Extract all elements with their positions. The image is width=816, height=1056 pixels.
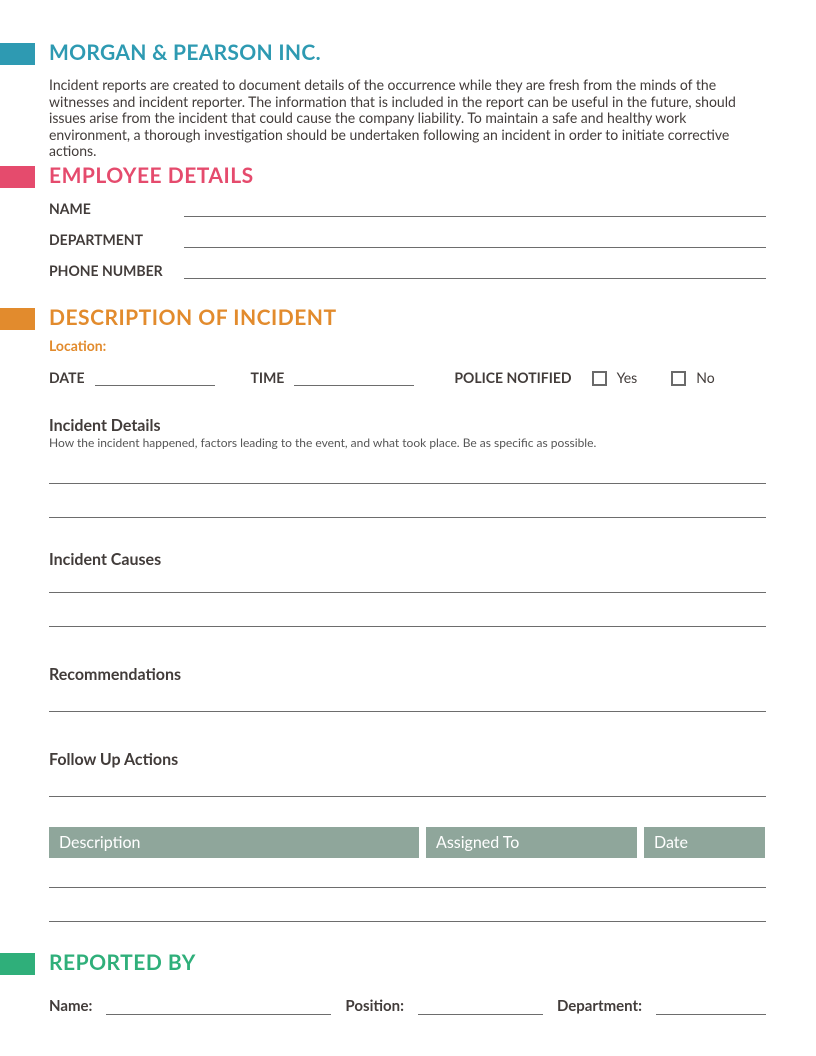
employee-heading: EMPLOYEE DETAILS [49,163,766,188]
col-description: Description [49,827,419,858]
incident-heading: DESCRIPTION OF INCIDENT [49,305,766,330]
reported-department-input[interactable] [656,999,766,1015]
accent-company [0,43,35,65]
incident-details-line-2[interactable] [49,484,766,518]
employee-dept-input[interactable] [184,232,766,248]
reported-name-input[interactable] [106,999,331,1015]
followup-line-1[interactable] [49,769,766,797]
incident-details-heading: Incident Details [49,416,766,435]
recommendations-line-1[interactable] [49,684,766,712]
col-assigned: Assigned To [426,827,637,858]
reported-position-label: Position: [345,997,404,1015]
reported-heading: REPORTED BY [49,950,766,975]
company-title: MORGAN & PEARSON INC. [49,40,766,65]
reported-department-label: Department: [557,997,642,1015]
incident-details-note: How the incident happened, factors leadi… [49,435,766,450]
reported-name-label: Name: [49,997,92,1015]
followup-table: Description Assigned To Date [49,827,766,922]
accent-incident [0,308,35,330]
recommendations-heading: Recommendations [49,665,766,684]
employee-phone-input[interactable] [184,263,766,279]
incident-causes-line-2[interactable] [49,593,766,627]
date-time-row: DATE TIME POLICE NOTIFIED Yes No [49,369,766,386]
employee-phone-label: PHONE NUMBER [49,262,184,279]
col-date: Date [644,827,765,858]
employee-phone-row: PHONE NUMBER [49,262,766,279]
employee-dept-label: DEPARTMENT [49,231,184,248]
followup-heading: Follow Up Actions [49,750,766,769]
reported-by-row: Name: Position: Department: [49,997,766,1015]
police-label: POLICE NOTIFIED [454,369,571,386]
police-yes-checkbox[interactable] [592,371,607,386]
time-input[interactable] [294,370,414,386]
intro-paragraph: Incident reports are created to document… [49,77,766,160]
reported-position-input[interactable] [418,999,543,1015]
date-input[interactable] [95,370,215,386]
police-yes-label: Yes [617,369,638,386]
table-row[interactable] [49,858,766,888]
accent-reported [0,953,35,975]
date-label: DATE [49,369,85,386]
incident-causes-heading: Incident Causes [49,550,766,569]
time-label: TIME [251,369,285,386]
employee-name-label: NAME [49,200,184,217]
incident-details-line-1[interactable] [49,450,766,484]
table-row[interactable] [49,888,766,922]
police-no-label: No [696,369,714,386]
location-label: Location: [49,337,106,354]
employee-name-row: NAME [49,200,766,217]
police-no-checkbox[interactable] [671,371,686,386]
employee-dept-row: DEPARTMENT [49,231,766,248]
accent-employee [0,166,35,188]
incident-causes-line-1[interactable] [49,569,766,593]
employee-name-input[interactable] [184,201,766,217]
